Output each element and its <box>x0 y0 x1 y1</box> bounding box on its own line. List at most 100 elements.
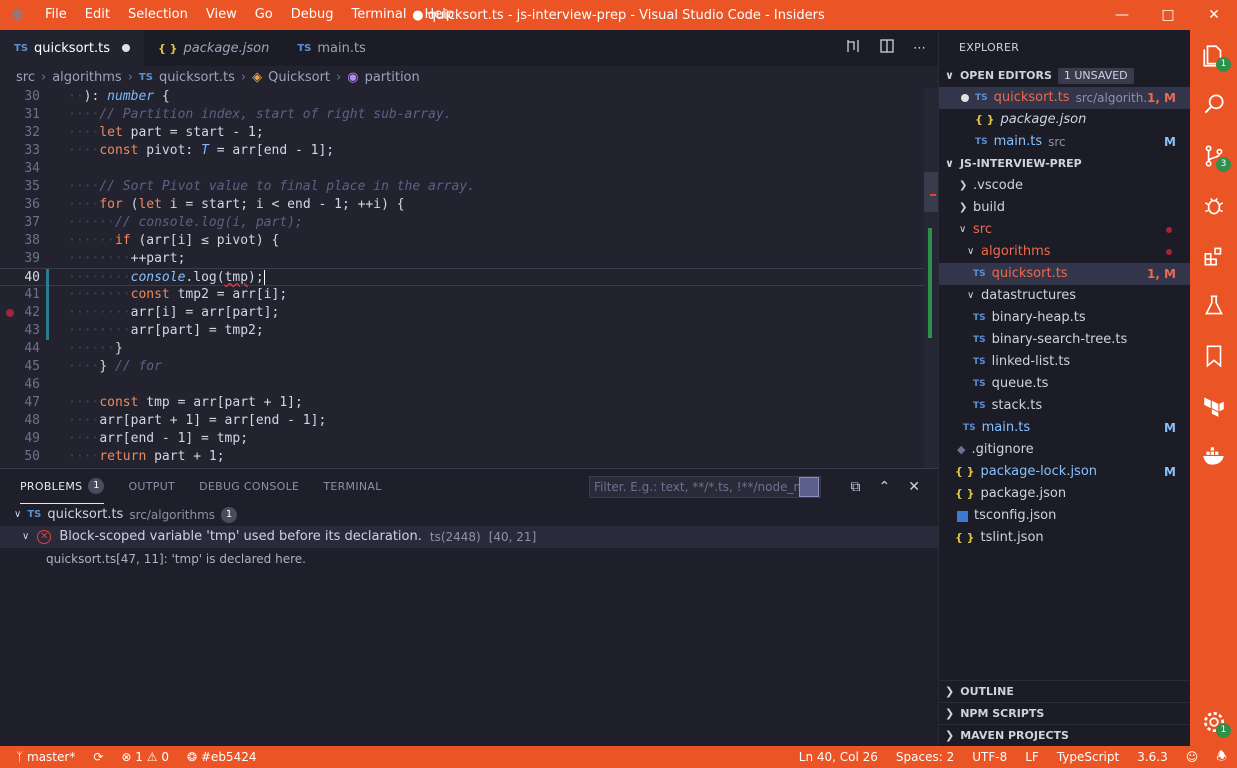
menu-file[interactable]: File <box>36 0 76 30</box>
cursor-position[interactable]: Ln 40, Col 26 <box>799 750 878 764</box>
filter-settings-icon[interactable] <box>799 477 819 497</box>
tree-file[interactable]: TS binary-search-tree.ts <box>939 329 1190 351</box>
open-editor-item[interactable]: TS main.ts src M <box>939 131 1190 153</box>
source-control-activity-icon[interactable]: 3 <box>1190 132 1237 180</box>
error-squiggle-token[interactable]: tmp <box>225 270 248 285</box>
menu-terminal[interactable]: Terminal <box>343 0 416 30</box>
tab-quicksort[interactable]: TS quicksort.ts <box>0 30 144 66</box>
indentation[interactable]: Spaces: 2 <box>896 750 954 764</box>
maximize-panel-icon[interactable]: ⌃ <box>879 479 891 495</box>
tree-file[interactable]: tsconfig.json <box>939 505 1190 527</box>
problems-filter-input[interactable]: Filter. E.g.: text, **/*.ts, !**/node_m.… <box>589 476 821 498</box>
breakpoint-icon[interactable] <box>6 309 14 317</box>
tree-folder[interactable]: ∨ algorithms <box>939 241 1190 263</box>
tab-package-json[interactable]: { } package.json <box>144 30 283 66</box>
problem-file-row[interactable]: ∨ TS quicksort.ts src/algorithms 1 <box>0 504 938 526</box>
tab-label: OUTPUT <box>128 480 176 493</box>
tree-file[interactable]: TS linked-list.ts <box>939 351 1190 373</box>
explorer-sidebar: EXPLORER ∨ OPEN EDITORS 1 UNSAVED TS qui… <box>938 30 1191 746</box>
tree-folder[interactable]: ❯ build <box>939 197 1190 219</box>
tree-folder[interactable]: ∨ datastructures <box>939 285 1190 307</box>
breadcrumb-algorithms[interactable]: algorithms <box>52 70 122 85</box>
sync-icon[interactable]: ⟳ <box>93 750 103 764</box>
test-activity-icon[interactable] <box>1190 282 1237 330</box>
line-number: 44 <box>24 341 40 356</box>
tree-label: stack.ts <box>991 398 1043 413</box>
menu-edit[interactable]: Edit <box>76 0 119 30</box>
code-editor[interactable]: 30 ··): number { 31 ····// Partition index… <box>0 88 938 468</box>
git-branch[interactable]: ᛉ master* <box>16 750 75 764</box>
tree-file[interactable]: TS stack.ts <box>939 395 1190 417</box>
tree-file[interactable]: { } package.json <box>939 483 1190 505</box>
bookmarks-activity-icon[interactable] <box>1190 332 1237 380</box>
open-changes-icon[interactable] <box>845 38 861 58</box>
language-mode[interactable]: TypeScript <box>1057 750 1119 764</box>
encoding[interactable]: UTF-8 <box>972 750 1007 764</box>
breadcrumb-class[interactable]: Quicksort <box>268 70 330 85</box>
line-number: 47 <box>24 395 40 410</box>
unsaved-badge: 1 UNSAVED <box>1057 68 1134 84</box>
code-token: number <box>107 89 155 104</box>
project-section[interactable]: ∨ JS-INTERVIEW-PREP <box>939 153 1190 175</box>
maximize-button[interactable]: □ <box>1145 0 1191 30</box>
tree-file[interactable]: TS binary-heap.ts <box>939 307 1190 329</box>
collapse-all-icon[interactable]: ⧉ <box>851 479 861 495</box>
menu-selection[interactable]: Selection <box>119 0 197 30</box>
terraform-activity-icon[interactable] <box>1190 382 1237 430</box>
open-editor-item[interactable]: { } package.json <box>939 109 1190 131</box>
npm-scripts-section[interactable]: ❯ NPM SCRIPTS <box>939 702 1191 724</box>
chevron-right-icon: › <box>127 69 133 85</box>
debug-activity-icon[interactable] <box>1190 182 1237 230</box>
tree-file[interactable]: TS main.ts M <box>939 417 1190 439</box>
tab-terminal[interactable]: TERMINAL <box>323 469 381 504</box>
maven-projects-section[interactable]: ❯ MAVEN PROJECTS <box>939 724 1191 746</box>
extensions-activity-icon[interactable] <box>1190 232 1237 280</box>
color-status[interactable]: ❂ #eb5424 <box>187 750 256 764</box>
tree-file[interactable]: { } tslint.json <box>939 527 1190 549</box>
problems-status[interactable]: ⊗ 1 ⚠ 0 <box>121 750 169 764</box>
tree-folder[interactable]: ∨ src <box>939 219 1190 241</box>
tree-label: main.ts <box>981 420 1031 435</box>
tab-problems[interactable]: PROBLEMS 1 <box>20 469 105 504</box>
feedback-icon[interactable]: ☺ <box>1186 750 1199 764</box>
menu-help[interactable]: Help <box>415 0 463 30</box>
line-ending[interactable]: LF <box>1025 750 1039 764</box>
breadcrumb-src[interactable]: src <box>16 70 35 85</box>
close-window-button[interactable]: ✕ <box>1191 0 1237 30</box>
unsaved-dot-icon[interactable] <box>961 94 969 102</box>
menu-view[interactable]: View <box>197 0 246 30</box>
tree-file[interactable]: TS quicksort.ts 1, M <box>939 263 1190 285</box>
notifications-bell-icon[interactable]: 🕭 <box>1216 747 1227 768</box>
menu-go[interactable]: Go <box>246 0 282 30</box>
typescript-file-icon: TS <box>975 137 988 147</box>
ts-version[interactable]: 3.6.3 <box>1137 750 1168 764</box>
docker-activity-icon[interactable] <box>1190 432 1237 480</box>
tab-main[interactable]: TS main.ts <box>283 30 380 66</box>
tab-output[interactable]: OUTPUT <box>128 469 175 504</box>
tree-file[interactable]: { } package-lock.json M <box>939 461 1190 483</box>
breadcrumb-method[interactable]: partition <box>365 70 420 85</box>
open-editors-section[interactable]: ∨ OPEN EDITORS 1 UNSAVED <box>939 65 1190 87</box>
problem-row[interactable]: ∨ ✕ Block-scoped variable 'tmp' used bef… <box>0 526 938 548</box>
chevron-down-icon[interactable]: ∨ <box>14 504 21 526</box>
breadcrumb-file[interactable]: quicksort.ts <box>159 70 235 85</box>
tab-debug-console[interactable]: DEBUG CONSOLE <box>199 469 299 504</box>
related-info-row[interactable]: quicksort.ts[47, 11]: 'tmp' is declared … <box>0 548 938 570</box>
tree-file[interactable]: ◆ .gitignore <box>939 439 1190 461</box>
scrollbar-thumb[interactable] <box>924 172 938 212</box>
tree-file[interactable]: TS queue.ts <box>939 373 1190 395</box>
unsaved-dot-icon[interactable] <box>121 44 130 52</box>
menu-debug[interactable]: Debug <box>282 0 343 30</box>
split-editor-icon[interactable] <box>879 38 895 58</box>
explorer-activity-icon[interactable]: 1 <box>1190 32 1237 80</box>
close-panel-icon[interactable]: ✕ <box>908 479 920 495</box>
more-actions-icon[interactable]: ⋯ <box>913 41 926 56</box>
minimize-button[interactable]: — <box>1099 0 1145 30</box>
outline-section[interactable]: ❯ OUTLINE <box>939 680 1191 702</box>
tree-folder[interactable]: ❯ .vscode <box>939 175 1190 197</box>
search-activity-icon[interactable] <box>1190 80 1237 128</box>
settings-gear-icon[interactable]: 1 <box>1190 698 1237 746</box>
chevron-down-icon[interactable]: ∨ <box>22 526 29 548</box>
editor-scrollbar[interactable] <box>924 88 938 468</box>
open-editor-item[interactable]: TS quicksort.ts src/algorith... 1, M <box>939 87 1190 109</box>
